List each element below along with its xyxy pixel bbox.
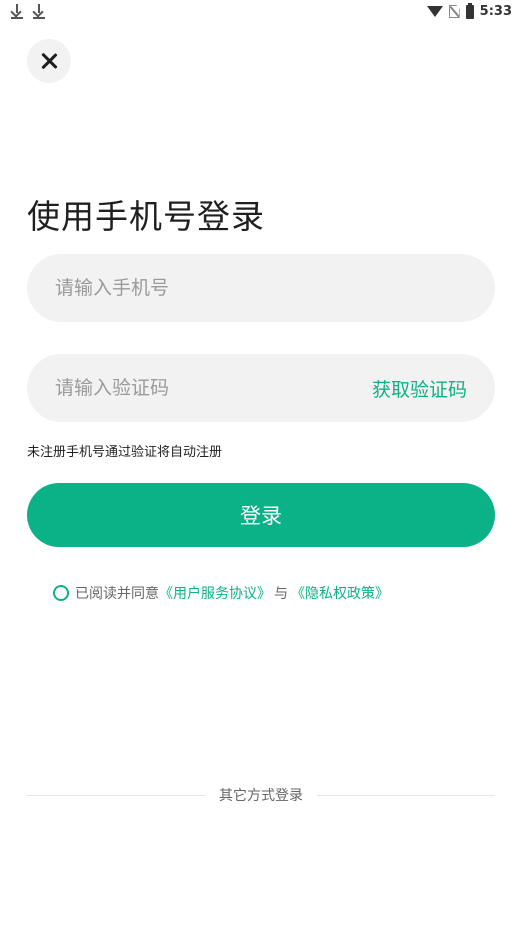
agreement-row: 已阅读并同意 《用户服务协议》 与 《隐私权政策》	[53, 583, 389, 603]
divider-line	[27, 794, 205, 796]
download-icon	[10, 3, 24, 19]
agreement-joiner: 与	[274, 586, 288, 602]
wifi-icon	[426, 6, 443, 17]
download-icon	[32, 3, 46, 19]
battery-icon	[465, 2, 474, 19]
register-hint: 未注册手机号通过验证将自动注册	[27, 445, 223, 460]
close-button[interactable]	[27, 39, 71, 83]
status-left	[10, 3, 46, 19]
privacy-policy-link[interactable]: 《隐私权政策》	[291, 583, 389, 603]
phone-input[interactable]	[55, 277, 467, 299]
other-login-divider: 其它方式登录	[27, 785, 495, 805]
close-icon	[40, 52, 58, 70]
code-field[interactable]: 获取验证码	[27, 354, 495, 422]
status-right: 5:33	[426, 2, 512, 19]
agreement-checkbox[interactable]	[53, 585, 69, 601]
agreement-prefix: 已阅读并同意	[75, 586, 159, 602]
status-time: 5:33	[479, 4, 512, 19]
other-login-label: 其它方式登录	[219, 788, 303, 804]
get-code-button[interactable]: 获取验证码	[372, 375, 467, 402]
code-input[interactable]	[55, 377, 372, 399]
no-sim-icon	[448, 5, 460, 18]
page-title: 使用手机号登录	[27, 197, 265, 236]
divider-line	[317, 794, 495, 796]
phone-field[interactable]	[27, 254, 495, 322]
status-bar: 5:33	[0, 0, 522, 26]
login-button[interactable]: 登录	[27, 483, 495, 547]
user-agreement-link[interactable]: 《用户服务协议》	[159, 583, 271, 603]
